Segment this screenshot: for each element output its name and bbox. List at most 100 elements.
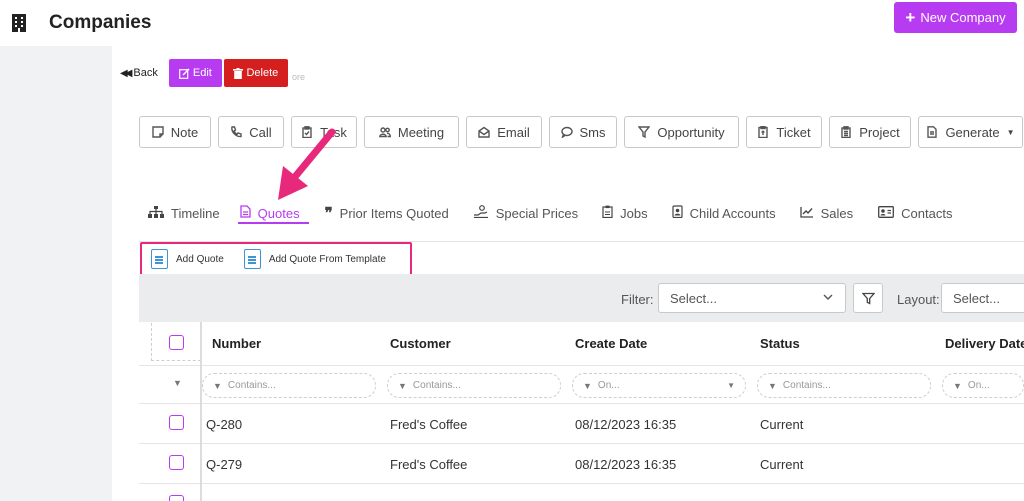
status-filter-placeholder: Contains... bbox=[782, 380, 831, 391]
tab-sales-label: Sales bbox=[820, 205, 854, 221]
opportunity-label: Opportunity bbox=[657, 124, 725, 140]
row-checkbox[interactable] bbox=[169, 455, 184, 470]
tab-timeline[interactable]: Timeline bbox=[148, 203, 220, 223]
generate-dropdown[interactable]: Generate ▼ bbox=[918, 116, 1023, 148]
tab-jobs[interactable]: Jobs bbox=[602, 203, 648, 223]
number-filter-placeholder: Contains... bbox=[227, 380, 276, 391]
call-label: Call bbox=[249, 124, 272, 140]
tab-special-prices[interactable]: Special Prices bbox=[473, 203, 578, 223]
tab-sales[interactable]: Sales bbox=[799, 203, 854, 223]
building-icon bbox=[12, 14, 26, 32]
record-tabs: Timeline Quotes ❞ Prior Items Quoted Spe… bbox=[148, 203, 952, 223]
layout-select[interactable]: Select... bbox=[941, 283, 1024, 313]
column-delivery-date[interactable]: Delivery Date bbox=[945, 336, 1024, 351]
project-button[interactable]: Project bbox=[829, 116, 911, 148]
page-title: Companies bbox=[49, 12, 152, 33]
clipboard-icon bbox=[602, 205, 613, 221]
filter-icon: ▼ bbox=[953, 380, 962, 391]
tab-prior-items-quoted[interactable]: ❞ Prior Items Quoted bbox=[325, 203, 449, 223]
cell-number[interactable]: Q-280 bbox=[206, 417, 242, 432]
envelope-icon bbox=[478, 126, 490, 138]
hand-coins-icon bbox=[473, 205, 489, 221]
filter-icon: ▼ bbox=[768, 380, 777, 391]
status-filter-input[interactable]: ▼ Contains... bbox=[757, 373, 931, 398]
cell-customer: Fred's Coffee bbox=[390, 417, 468, 432]
sms-button[interactable]: Sms bbox=[549, 116, 617, 148]
chevron-down-icon bbox=[823, 292, 833, 305]
opportunity-button[interactable]: Opportunity bbox=[624, 116, 739, 148]
meeting-button[interactable]: Meeting bbox=[364, 116, 459, 148]
edit-button[interactable]: Edit bbox=[168, 59, 222, 87]
meeting-label: Meeting bbox=[397, 124, 445, 140]
tab-jobs-label: Jobs bbox=[620, 205, 648, 221]
customer-filter-placeholder: Contains... bbox=[412, 380, 461, 391]
sms-label: Sms bbox=[579, 124, 606, 140]
address-card-icon bbox=[878, 205, 895, 221]
filter-icon: ▼ bbox=[583, 380, 592, 391]
filter-button[interactable] bbox=[853, 283, 883, 313]
customer-filter-input[interactable]: ▼ Contains... bbox=[387, 373, 561, 398]
row-checkbox[interactable] bbox=[169, 495, 184, 501]
tab-contacts[interactable]: Contacts bbox=[878, 203, 952, 223]
active-tab-indicator bbox=[238, 222, 309, 224]
create-date-filter-input[interactable]: ▼ On... ▼ bbox=[572, 373, 746, 398]
delete-button[interactable]: Delete bbox=[223, 59, 288, 87]
cell-customer: Fred's Coffee bbox=[390, 457, 468, 472]
filter-label: Filter: bbox=[621, 292, 654, 307]
tab-child-accounts-label: Child Accounts bbox=[689, 205, 776, 221]
more-dropdown-ghost[interactable]: ore bbox=[292, 72, 305, 82]
tab-child-accounts[interactable]: Child Accounts bbox=[672, 203, 776, 223]
column-create-date[interactable]: Create Date bbox=[575, 336, 647, 351]
tab-prior-items-quoted-label: Prior Items Quoted bbox=[339, 205, 449, 221]
table-row[interactable]: Q-280 Fred's Coffee 08/12/2023 16:35 Cur… bbox=[139, 404, 1024, 444]
column-number[interactable]: Number bbox=[212, 336, 261, 351]
clipboard-list-icon bbox=[841, 126, 851, 138]
users-icon bbox=[378, 127, 391, 138]
new-company-button[interactable]: + New Company bbox=[894, 2, 1017, 33]
new-company-label: New Company bbox=[920, 10, 1006, 25]
document-icon bbox=[240, 205, 251, 221]
column-customer[interactable]: Customer bbox=[390, 336, 451, 351]
note-button[interactable]: Note bbox=[139, 116, 211, 148]
column-status[interactable]: Status bbox=[760, 336, 800, 351]
tab-special-prices-label: Special Prices bbox=[495, 205, 579, 221]
delete-label: Delete bbox=[246, 67, 279, 79]
delivery-date-filter-input[interactable]: ▼ On... bbox=[942, 373, 1024, 398]
back-button[interactable]: ◀◀ Back bbox=[120, 67, 158, 79]
note-label: Note bbox=[170, 124, 199, 140]
tab-timeline-label: Timeline bbox=[171, 205, 220, 221]
number-filter-input[interactable]: ▼ Contains... bbox=[202, 373, 376, 398]
cell-status: Current bbox=[760, 417, 804, 432]
tab-contacts-label: Contacts bbox=[901, 205, 953, 221]
filter-select[interactable]: Select... bbox=[658, 283, 846, 313]
cell-create-date: 08/12/2023 16:35 bbox=[575, 457, 677, 472]
filter-icon: ▼ bbox=[398, 380, 407, 391]
cell-number[interactable]: Q-279 bbox=[206, 457, 242, 472]
funnel-icon bbox=[861, 292, 875, 305]
funnel-icon bbox=[638, 126, 651, 138]
caret-down-icon: ▼ bbox=[727, 381, 735, 390]
cell-create-date: 08/12/2023 16:35 bbox=[575, 417, 677, 432]
row-checkbox[interactable] bbox=[169, 415, 184, 430]
ticket-label: Ticket bbox=[776, 124, 811, 140]
note-icon bbox=[152, 126, 164, 138]
top-bar: Companies + New Company bbox=[0, 0, 1024, 46]
layout-select-value: Select... bbox=[953, 290, 1000, 306]
back-label: Back bbox=[133, 67, 158, 79]
generate-label: Generate bbox=[945, 124, 1000, 140]
project-label: Project bbox=[859, 124, 900, 140]
email-button[interactable]: Email bbox=[466, 116, 542, 148]
delivery-date-filter-placeholder: On... bbox=[967, 380, 990, 391]
ticket-button[interactable]: Ticket bbox=[746, 116, 822, 148]
record-toolbar: ◀◀ Back Edit Delete bbox=[120, 59, 288, 87]
chat-icon bbox=[560, 126, 573, 138]
plus-icon: + bbox=[905, 7, 916, 27]
grid-column-header: Number Customer Create Date Status Deliv… bbox=[139, 322, 1024, 366]
checkbox-column-outline bbox=[151, 323, 201, 361]
layout-label: Layout: bbox=[897, 292, 940, 307]
edit-icon bbox=[178, 67, 190, 79]
filter-select-value: Select... bbox=[670, 290, 717, 306]
grid-toolbar bbox=[139, 274, 1024, 322]
edit-label: Edit bbox=[192, 67, 212, 79]
table-row[interactable]: Q-279 Fred's Coffee 08/12/2023 16:35 Cur… bbox=[139, 444, 1024, 484]
